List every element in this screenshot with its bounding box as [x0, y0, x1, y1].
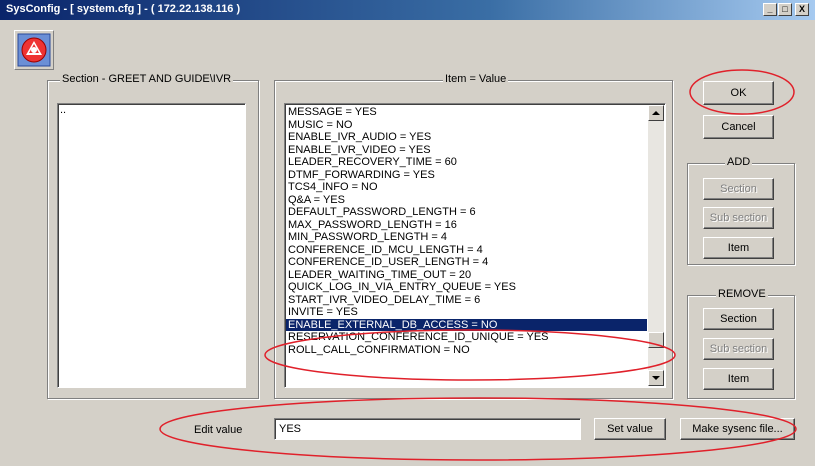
cancel-button[interactable]: Cancel: [703, 115, 774, 139]
item-list-row[interactable]: CONFERENCE_ID_MCU_LENGTH = 4: [286, 244, 647, 257]
remove-section-button[interactable]: Section: [703, 308, 774, 330]
section-list[interactable]: ..: [57, 103, 246, 388]
item-list-row[interactable]: LEADER_RECOVERY_TIME = 60: [286, 156, 647, 169]
item-list-row[interactable]: ENABLE_IVR_AUDIO = YES: [286, 131, 647, 144]
item-list-row[interactable]: QUICK_LOG_IN_VIA_ENTRY_QUEUE = YES: [286, 281, 647, 294]
add-section-button[interactable]: Section: [703, 178, 774, 200]
item-list-row[interactable]: TCS4_INFO = NO: [286, 181, 647, 194]
item-list-row[interactable]: RESERVATION_CONFERENCE_ID_UNIQUE = YES: [286, 331, 647, 344]
section-group: Section - GREET AND GUIDE\IVR ..: [47, 73, 259, 399]
title-bar[interactable]: SysConfig - [ system.cfg ] - ( 172.22.13…: [0, 0, 815, 20]
remove-group-label: REMOVE: [716, 288, 768, 300]
scroll-thumb[interactable]: [648, 332, 664, 348]
sysconfig-window: SysConfig - [ system.cfg ] - ( 172.22.13…: [0, 0, 815, 466]
item-list-row[interactable]: START_IVR_VIDEO_DELAY_TIME = 6: [286, 294, 647, 307]
section-list-item[interactable]: ..: [58, 104, 245, 117]
item-value-group-label: Item = Value: [443, 73, 509, 85]
item-list-row[interactable]: CONFERENCE_ID_USER_LENGTH = 4: [286, 256, 647, 269]
item-list-row[interactable]: DTMF_FORWARDING = YES: [286, 169, 647, 182]
item-list-scrollbar[interactable]: [648, 105, 664, 386]
item-list-row[interactable]: DEFAULT_PASSWORD_LENGTH = 6: [286, 206, 647, 219]
item-list-row[interactable]: MUSIC = NO: [286, 119, 647, 132]
maximize-button[interactable]: □: [778, 3, 792, 16]
remove-item-button[interactable]: Item: [703, 368, 774, 390]
item-list-row-selected[interactable]: ENABLE_EXTERNAL_DB_ACCESS = NO: [286, 318, 647, 331]
edit-value-input[interactable]: [274, 418, 581, 440]
item-value-group: Item = Value MESSAGE = YES MUSIC = NO ENAB…: [274, 73, 673, 399]
item-list-row[interactable]: MESSAGE = YES: [286, 106, 647, 119]
close-button[interactable]: X: [795, 3, 809, 16]
remove-subsection-button[interactable]: Sub section: [703, 338, 774, 360]
item-list-row[interactable]: ROLL_CALL_CONFIRMATION = NO: [286, 344, 647, 357]
section-group-label: Section - GREET AND GUIDE\IVR: [60, 73, 234, 85]
app-logo-icon: [14, 30, 54, 70]
minimize-button[interactable]: _: [763, 3, 777, 16]
make-sysenc-button[interactable]: Make sysenc file...: [680, 418, 795, 440]
item-list-row[interactable]: INVITE = YES: [286, 306, 647, 319]
item-list-row[interactable]: LEADER_WAITING_TIME_OUT = 20: [286, 269, 647, 282]
add-group-label: ADD: [725, 156, 753, 168]
item-list-row[interactable]: Q&A = YES: [286, 194, 647, 207]
scroll-up-arrow-icon[interactable]: [648, 105, 664, 121]
item-list-row[interactable]: MIN_PASSWORD_LENGTH = 4: [286, 231, 647, 244]
item-list-row[interactable]: MAX_PASSWORD_LENGTH = 16: [286, 219, 647, 232]
scroll-down-arrow-icon[interactable]: [648, 370, 664, 386]
item-value-list[interactable]: MESSAGE = YES MUSIC = NO ENABLE_IVR_AUDIO …: [284, 103, 666, 388]
add-subsection-button[interactable]: Sub section: [703, 207, 774, 229]
add-item-button[interactable]: Item: [703, 237, 774, 259]
window-title: SysConfig - [ system.cfg ] - ( 172.22.13…: [6, 3, 241, 15]
item-list-row[interactable]: ENABLE_IVR_VIDEO = YES: [286, 144, 647, 157]
ok-button[interactable]: OK: [703, 81, 774, 105]
set-value-button[interactable]: Set value: [594, 418, 666, 440]
edit-value-label: Edit value: [194, 424, 243, 436]
